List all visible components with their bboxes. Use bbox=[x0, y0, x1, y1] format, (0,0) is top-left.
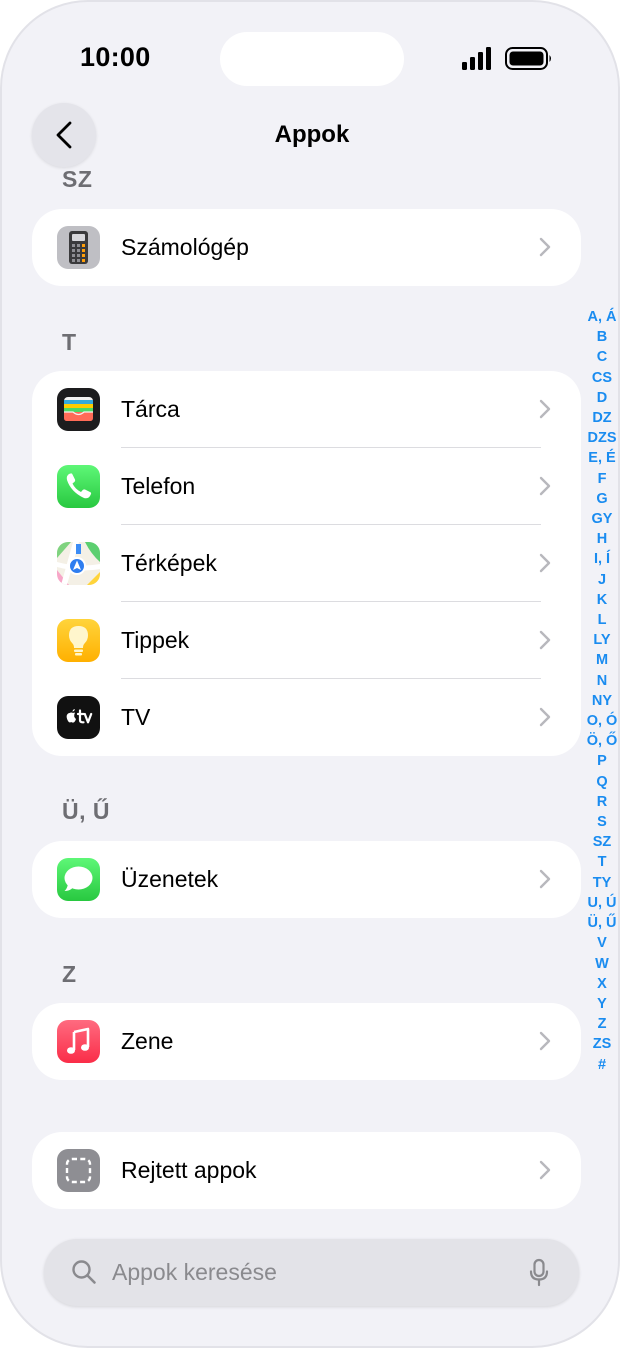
app-row-tv[interactable]: TV bbox=[32, 679, 581, 756]
music-icon bbox=[57, 1020, 100, 1063]
app-label: Üzenetek bbox=[121, 866, 219, 892]
hidden-apps-label: Rejtett appok bbox=[121, 1157, 257, 1183]
chevron-right-icon bbox=[539, 1031, 551, 1051]
dynamic-island bbox=[220, 32, 404, 86]
app-label: Térképek bbox=[121, 550, 217, 576]
hidden-apps-group: Rejtett appok bbox=[32, 1132, 581, 1209]
index-letter[interactable]: K bbox=[597, 590, 607, 610]
app-group-u-umlaut: Üzenetek bbox=[32, 841, 581, 918]
index-letter[interactable]: I, Í bbox=[594, 549, 610, 569]
battery-icon bbox=[505, 47, 551, 70]
wallet-icon bbox=[57, 388, 100, 431]
chevron-right-icon bbox=[539, 476, 551, 496]
app-group-z: Zene bbox=[32, 1003, 581, 1080]
search-bar[interactable]: Appok keresése bbox=[44, 1239, 579, 1306]
search-input[interactable]: Appok keresése bbox=[112, 1259, 277, 1286]
app-group-sz: Számológép bbox=[32, 209, 581, 286]
chevron-right-icon bbox=[539, 553, 551, 573]
app-row-maps[interactable]: Térképek bbox=[32, 525, 581, 602]
chevron-right-icon bbox=[539, 630, 551, 650]
app-label: Zene bbox=[121, 1028, 174, 1054]
index-letter[interactable]: GY bbox=[592, 509, 613, 529]
index-letter[interactable]: Q bbox=[596, 772, 607, 792]
index-letter[interactable]: B bbox=[597, 327, 607, 347]
chevron-right-icon bbox=[539, 1160, 551, 1180]
index-letter[interactable]: ZS bbox=[593, 1034, 612, 1054]
index-letter[interactable]: SZ bbox=[593, 832, 612, 852]
index-letter[interactable]: V bbox=[597, 933, 607, 953]
index-letter[interactable]: Ö, Ő bbox=[587, 731, 618, 751]
index-letter[interactable]: W bbox=[595, 954, 609, 974]
app-row-tips[interactable]: Tippek bbox=[32, 602, 581, 679]
tv-icon bbox=[57, 696, 100, 739]
tips-icon bbox=[57, 619, 100, 662]
app-label: Számológép bbox=[121, 234, 249, 260]
index-letter[interactable]: R bbox=[597, 792, 607, 812]
index-letter[interactable]: T bbox=[598, 852, 607, 872]
hidden-apps-icon bbox=[57, 1149, 100, 1192]
index-letter[interactable]: H bbox=[597, 529, 607, 549]
app-label: TV bbox=[121, 704, 151, 730]
chevron-right-icon bbox=[539, 237, 551, 257]
section-header-z: Z bbox=[62, 961, 77, 987]
index-letter[interactable]: NY bbox=[592, 691, 612, 711]
microphone-icon[interactable] bbox=[529, 1258, 549, 1288]
status-icons bbox=[462, 46, 554, 72]
index-letter[interactable]: LY bbox=[593, 630, 610, 650]
chevron-right-icon bbox=[539, 707, 551, 727]
app-label: Tippek bbox=[121, 627, 190, 653]
status-time: 10:00 bbox=[80, 42, 151, 72]
section-header-u-umlaut: Ü, Ű bbox=[62, 798, 110, 824]
index-letter[interactable]: N bbox=[597, 671, 607, 691]
chevron-right-icon bbox=[539, 869, 551, 889]
index-letter[interactable]: Z bbox=[598, 1014, 607, 1034]
index-letter[interactable]: M bbox=[596, 650, 608, 670]
section-header-t: T bbox=[62, 329, 77, 355]
app-label: Tárca bbox=[121, 396, 180, 422]
index-letter[interactable]: C bbox=[597, 347, 607, 367]
phone-screen: 10:00 Appok SZ Számológép T Tárca Telefo… bbox=[0, 0, 620, 1348]
app-group-t: Tárca Telefon Térképek Tippek TV bbox=[32, 371, 581, 756]
index-letter[interactable]: D bbox=[597, 388, 607, 408]
hidden-apps-row[interactable]: Rejtett appok bbox=[32, 1132, 581, 1209]
search-icon bbox=[72, 1260, 96, 1284]
app-row-messages[interactable]: Üzenetek bbox=[32, 841, 581, 918]
index-letter[interactable]: O, Ó bbox=[587, 711, 618, 731]
maps-icon bbox=[57, 542, 100, 585]
calculator-icon bbox=[57, 226, 100, 269]
index-letter[interactable]: P bbox=[597, 751, 607, 771]
messages-icon bbox=[57, 858, 100, 901]
app-row-music[interactable]: Zene bbox=[32, 1003, 581, 1080]
index-letter[interactable]: # bbox=[598, 1055, 606, 1075]
index-letter[interactable]: F bbox=[598, 469, 607, 489]
index-letter[interactable]: A, Á bbox=[588, 307, 617, 327]
phone-icon bbox=[57, 465, 100, 508]
app-row-phone[interactable]: Telefon bbox=[32, 448, 581, 525]
index-letter[interactable]: L bbox=[598, 610, 607, 630]
index-letter[interactable]: Ü, Ű bbox=[588, 913, 617, 933]
index-letter[interactable]: S bbox=[597, 812, 607, 832]
index-letter[interactable]: DZS bbox=[588, 428, 617, 448]
app-label: Telefon bbox=[121, 473, 196, 499]
index-letter[interactable]: G bbox=[596, 489, 607, 509]
index-letter[interactable]: Y bbox=[597, 994, 607, 1014]
page-title: Appok bbox=[274, 121, 350, 148]
signal-icon bbox=[462, 47, 491, 70]
section-header-sz: SZ bbox=[62, 166, 93, 192]
index-letter[interactable]: U, Ú bbox=[588, 893, 617, 913]
app-row-wallet[interactable]: Tárca bbox=[32, 371, 581, 448]
index-letter[interactable]: J bbox=[598, 570, 606, 590]
index-letter[interactable]: CS bbox=[592, 368, 612, 388]
index-letter[interactable]: TY bbox=[593, 873, 612, 893]
section-index[interactable]: A, Á B C CS D DZ DZS E, É F G GY H I, Í J K L LY M N NY O, Ó… bbox=[580, 307, 618, 1075]
index-letter[interactable]: DZ bbox=[592, 408, 611, 428]
app-row-calculator[interactable]: Számológép bbox=[32, 209, 581, 286]
chevron-right-icon bbox=[539, 399, 551, 419]
index-letter[interactable]: X bbox=[597, 974, 607, 994]
index-letter[interactable]: E, É bbox=[588, 448, 615, 468]
